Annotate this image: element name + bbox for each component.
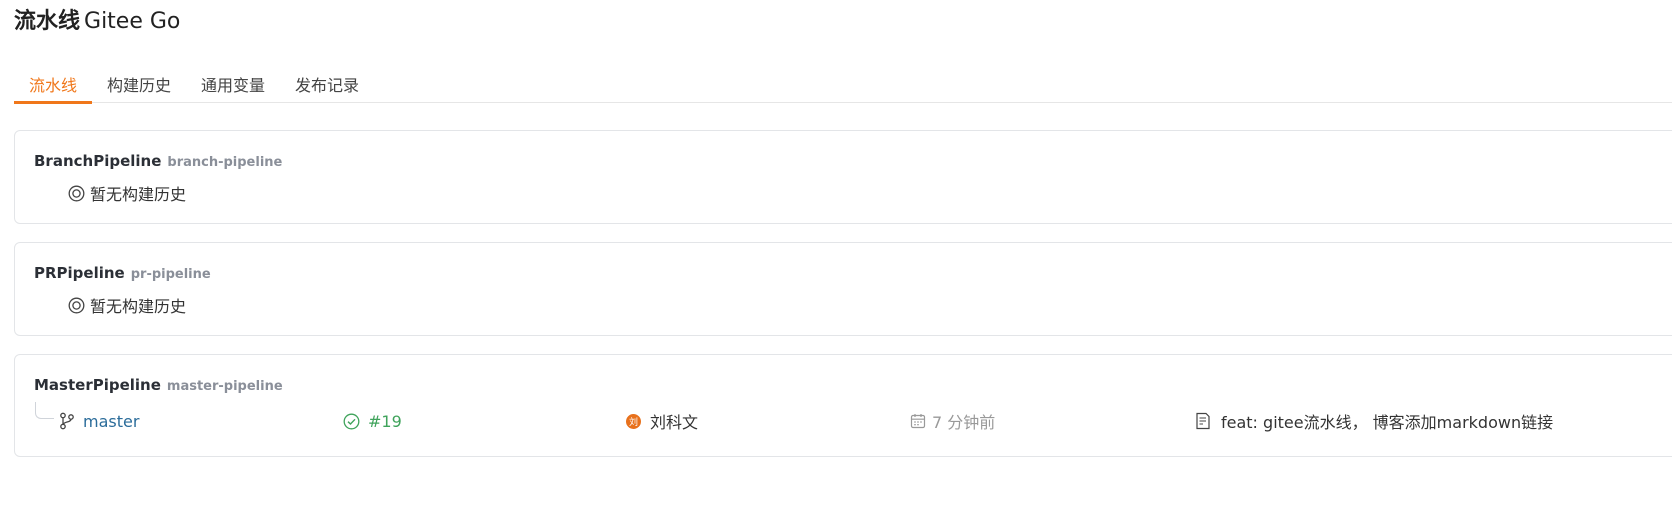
pipeline-id: master-pipeline [166, 379, 283, 394]
page-title-main: 流水线 [14, 9, 81, 34]
build-status-cell[interactable]: #19 [343, 409, 402, 433]
pipeline-run-row[interactable]: master #19 刘 刘科文 7 分钟前 feat: gitee流水线， 博… [15, 409, 1672, 433]
calendar-icon [910, 414, 926, 429]
pipeline-name[interactable]: BranchPipeline [34, 152, 161, 170]
success-check-icon [343, 413, 360, 429]
tab-release-records[interactable]: 发布记录 [280, 62, 374, 102]
pipeline-header: BranchPipeline branch-pipeline [34, 151, 282, 170]
pipeline-card-master[interactable]: MasterPipeline master-pipeline master #19… [14, 354, 1672, 457]
tab-variables[interactable]: 通用变量 [186, 62, 280, 102]
branch-cell[interactable]: master [59, 409, 139, 433]
pipeline-name[interactable]: PRPipeline [34, 264, 125, 282]
pipeline-card-branch[interactable]: BranchPipeline branch-pipeline 暂无构建历史 [14, 130, 1672, 224]
empty-circle-icon [68, 297, 85, 313]
pipeline-id: branch-pipeline [167, 155, 283, 170]
no-history-text: 暂无构建历史 [90, 185, 187, 204]
pipeline-header: MasterPipeline master-pipeline [34, 375, 283, 394]
commit-doc-icon [1196, 412, 1210, 430]
author-name: 刘科文 [650, 413, 699, 432]
no-history: 暂无构建历史 [68, 181, 186, 205]
commit-cell[interactable]: feat: gitee流水线， 博客添加markdown链接 [1195, 409, 1553, 433]
author-cell: 刘 刘科文 [626, 409, 698, 433]
pipeline-name[interactable]: MasterPipeline [34, 376, 161, 394]
pipeline-card-pr[interactable]: PRPipeline pr-pipeline 暂无构建历史 [14, 242, 1672, 336]
empty-circle-icon [68, 185, 85, 201]
tab-build-history[interactable]: 构建历史 [92, 62, 186, 102]
commit-message[interactable]: feat: gitee流水线， 博客添加markdown链接 [1221, 409, 1553, 433]
page-title-suffix: Gitee Go [84, 9, 181, 34]
tab-bar: 流水线 构建历史 通用变量 发布记录 [14, 62, 1672, 104]
pipeline-header: PRPipeline pr-pipeline [34, 263, 211, 282]
no-history-text: 暂无构建历史 [90, 297, 187, 316]
relative-time: 7 分钟前 [932, 413, 996, 432]
time-cell: 7 分钟前 [910, 409, 995, 433]
tab-pipelines[interactable]: 流水线 [14, 62, 93, 104]
avatar: 刘 [626, 413, 641, 429]
page-title: 流水线 Gitee Go [14, 3, 180, 35]
build-number[interactable]: #19 [368, 412, 402, 431]
no-history: 暂无构建历史 [68, 293, 186, 317]
branch-icon [60, 412, 74, 430]
branch-name[interactable]: master [83, 412, 139, 431]
pipeline-id: pr-pipeline [130, 267, 211, 282]
